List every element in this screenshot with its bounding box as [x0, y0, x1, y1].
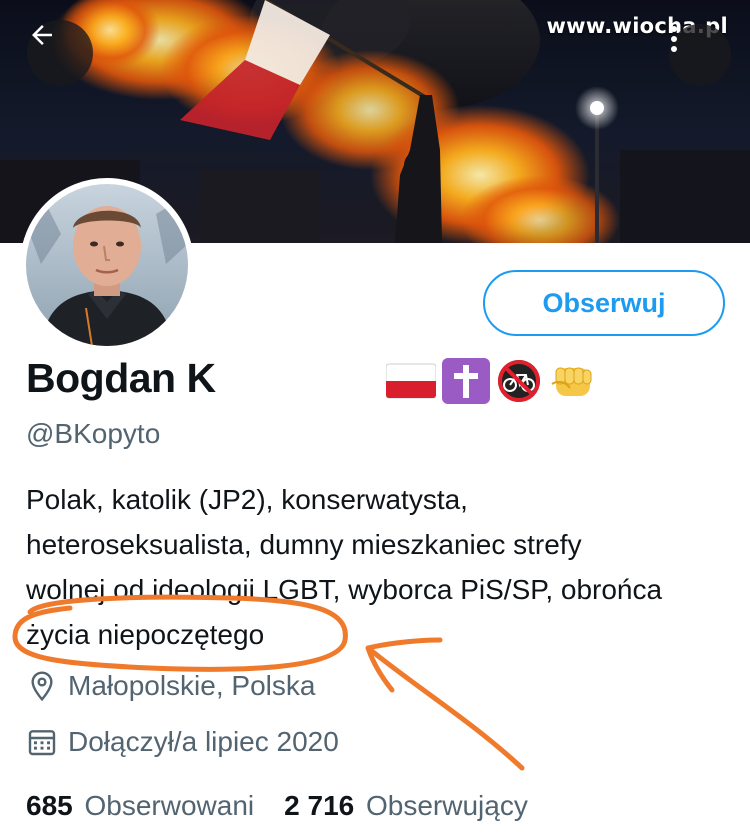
no-bicycles-icon [498, 360, 540, 402]
location-pin-icon [26, 670, 58, 702]
follow-button[interactable]: Obserwuj [483, 270, 725, 336]
latin-cross-icon [442, 358, 490, 404]
location-text: Małopolskie, Polska [68, 670, 316, 701]
avatar-photo [26, 184, 188, 346]
profile-location: Małopolskie, Polska [26, 670, 315, 702]
profile-name: Bogdan K [26, 355, 216, 401]
bio-line: życia niepoczętego [26, 619, 265, 650]
arrow-left-icon [32, 25, 52, 45]
annotation-arrow [365, 637, 525, 771]
more-vertical-icon [671, 26, 677, 52]
poland-flag-icon [386, 363, 436, 399]
profile-page: www.wiocha.pl Obserwuj Bogdan K @BKopyto… [0, 0, 750, 837]
more-options-button[interactable] [669, 24, 731, 86]
following-count: 685 [26, 790, 73, 821]
followers-link[interactable]: 2 716 Obserwujący [284, 790, 528, 822]
bio-line: heteroseksualista, dumny mieszkaniec str… [26, 529, 582, 560]
profile-bio: Polak, katolik (JP2), konserwatysta, het… [26, 477, 726, 657]
name-emoji-badges [386, 357, 596, 405]
calendar-icon [26, 726, 58, 758]
profile-avatar[interactable] [20, 178, 194, 352]
bio-line: Polak, katolik (JP2), konserwatysta, [26, 484, 468, 515]
following-label: Obserwowani [84, 790, 255, 821]
profile-stats: 685 Obserwowani 2 716 Obserwujący [26, 790, 528, 822]
profile-joined-date: Dołączył/a lipiec 2020 [26, 726, 339, 758]
followers-label: Obserwujący [366, 790, 528, 821]
fist-icon [551, 367, 592, 396]
followers-count: 2 716 [284, 790, 355, 821]
bio-line: wolnej od ideologii LGBT, wyborca PiS/SP… [26, 574, 663, 605]
back-button[interactable] [27, 20, 93, 86]
following-link[interactable]: 685 Obserwowani [26, 790, 254, 822]
profile-handle: @BKopyto [26, 418, 161, 449]
joined-text: Dołączył/a lipiec 2020 [68, 726, 339, 757]
